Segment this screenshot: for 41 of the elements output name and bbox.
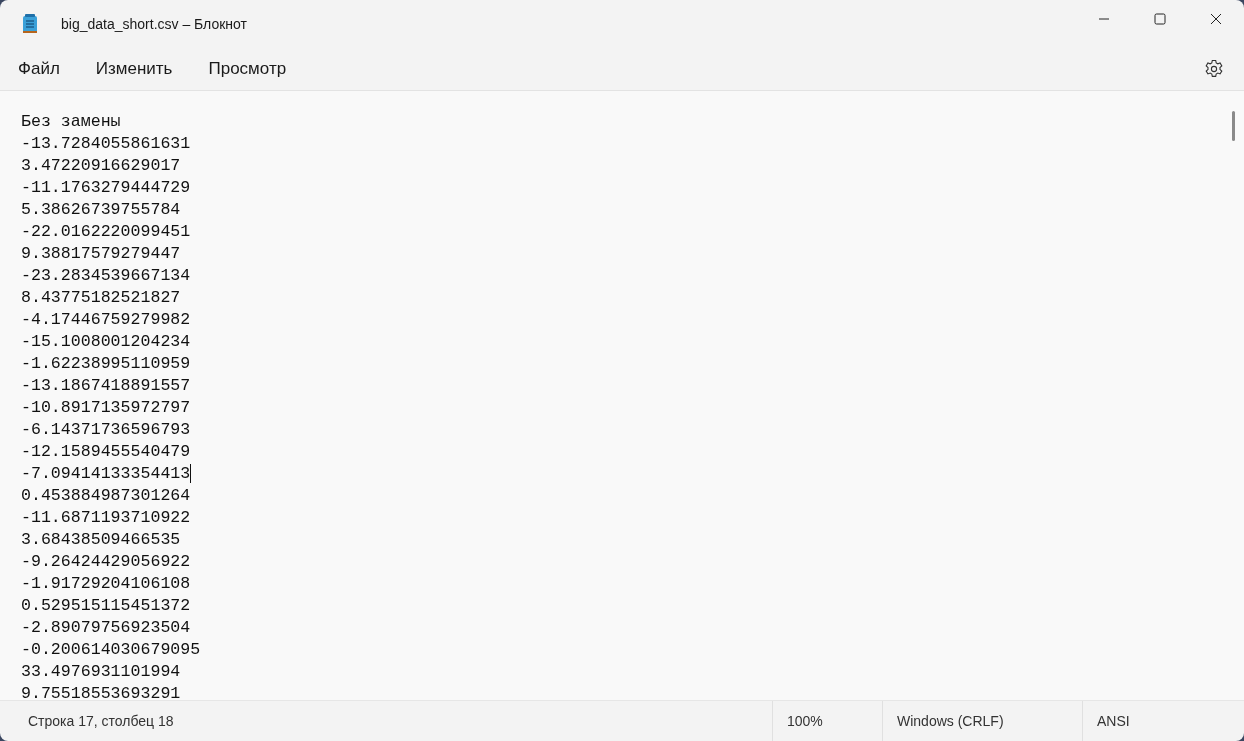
text-line: 3.47220916629017 (21, 155, 181, 175)
text-line: -11.1763279444729 (21, 177, 191, 197)
settings-icon[interactable] (1204, 59, 1224, 79)
text-line: -13.7284055861631 (21, 133, 191, 153)
text-line: 0.529515115451372 (21, 595, 191, 615)
text-line: -2.89079756923504 (21, 617, 191, 637)
text-line: 9.75518553693291 (21, 683, 181, 700)
text-line: -15.1008001204234 (21, 331, 191, 351)
text-line: -12.1589455540479 (21, 441, 191, 461)
text-line: -4.17446759279982 (21, 309, 191, 329)
text-line: -1.62238995110959 (21, 353, 191, 373)
text-line: 5.38626739755784 (21, 199, 181, 219)
menu-item[interactable]: Файл (8, 53, 70, 85)
text-line: 9.38817579279447 (21, 243, 181, 263)
text-line: -7.09414133354413 (21, 463, 191, 483)
window-title: big_data_short.csv – Блокнот (61, 16, 247, 32)
text-line: -11.6871193710922 (21, 507, 191, 527)
cursor-position: Строка 17, столбец 18 (27, 712, 175, 731)
text-line: 8.43775182521827 (21, 287, 181, 307)
maximize-icon[interactable] (1154, 13, 1166, 25)
text-line: 3.68438509466535 (21, 529, 181, 549)
text-line: -6.14371736596793 (21, 419, 191, 439)
scrollbar-thumb[interactable] (1232, 111, 1235, 141)
menu-item[interactable]: Просмотр (198, 53, 297, 85)
text-line: 0.453884987301264 (21, 485, 191, 505)
close-icon[interactable] (1210, 13, 1222, 25)
text-line: -1.91729204106108 (21, 573, 191, 593)
text-line: -0.200614030679095 (21, 639, 201, 659)
text-line: Без замены (21, 111, 121, 131)
encoding: ANSI (1082, 701, 1244, 741)
text-line: -13.1867418891557 (21, 375, 191, 395)
zoom-level: 100% (772, 701, 882, 741)
text-line: -23.2834539667134 (21, 265, 191, 285)
text-line: 33.4976931101994 (21, 661, 181, 681)
text-line: -9.26424429056922 (21, 551, 191, 571)
notepad-icon (22, 14, 38, 34)
text-line: -22.0162220099451 (21, 221, 191, 241)
text-line: -10.8917135972797 (21, 397, 191, 417)
menu-item[interactable]: Изменить (85, 53, 183, 85)
text-editor[interactable] (0, 90, 1244, 700)
line-endings: Windows (CRLF) (882, 701, 1082, 741)
